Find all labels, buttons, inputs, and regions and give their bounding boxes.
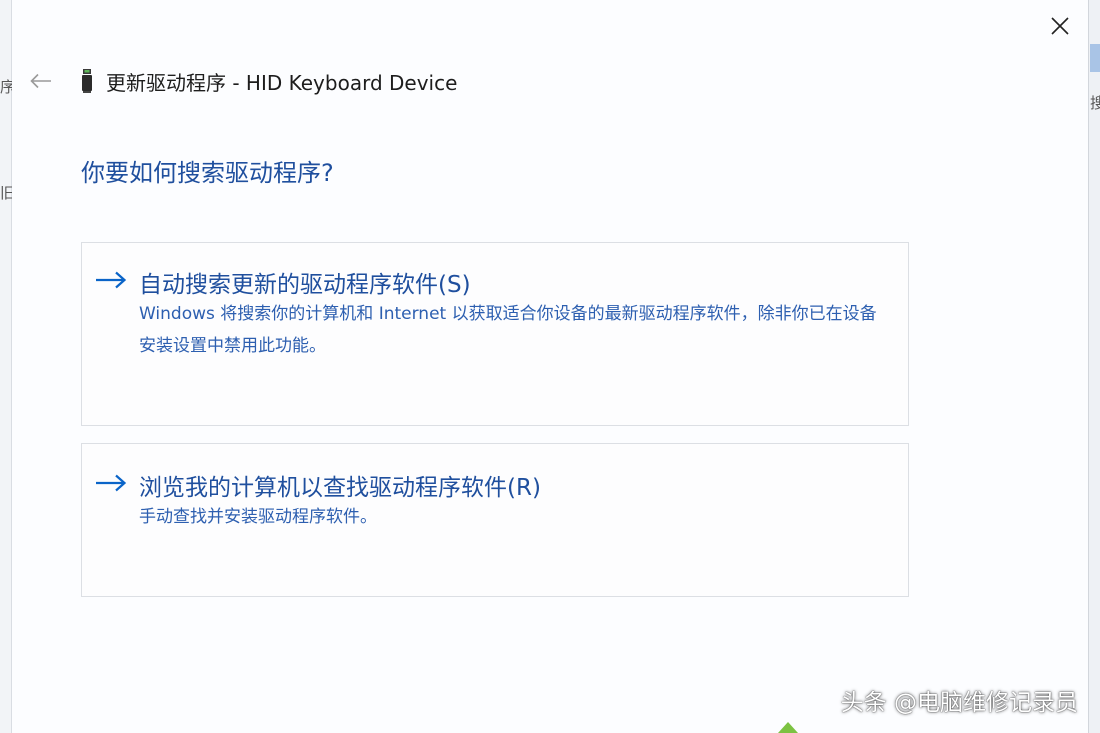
close-button[interactable] [1042, 10, 1078, 42]
background-selection-bar [1090, 44, 1100, 72]
background-window-right: 搜 [1088, 0, 1100, 733]
dialog-title: 更新驱动程序 - HID Keyboard Device [106, 70, 458, 95]
watermark: 头条 @电脑维修记录员 [840, 690, 1078, 716]
back-arrow-icon [30, 73, 51, 89]
option-title: 自动搜索更新的驱动程序软件(S) [139, 272, 471, 298]
background-text-fragment: 旧 [0, 184, 12, 202]
option-description: Windows 将搜索你的计算机和 Internet 以获取适合你设备的最新驱动… [139, 304, 877, 356]
page-heading: 你要如何搜索驱动程序? [81, 159, 334, 187]
background-text-fragment: 序 [0, 78, 12, 96]
decorative-triangle-icon [778, 722, 798, 733]
keyboard-device-icon [80, 68, 94, 94]
right-arrow-icon [96, 271, 127, 289]
option-description: 手动查找并安装驱动程序软件。 [139, 507, 377, 527]
dialog-header: 更新驱动程序 - HID Keyboard Device [26, 64, 457, 98]
background-window-left: 序 旧 [0, 0, 12, 733]
search-automatically-option[interactable]: 自动搜索更新的驱动程序软件(S) Windows 将搜索你的计算机和 Inter… [81, 242, 909, 426]
background-text-fragment: 搜 [1090, 94, 1100, 112]
close-icon [1051, 17, 1069, 35]
option-title: 浏览我的计算机以查找驱动程序软件(R) [139, 475, 541, 501]
back-button[interactable] [26, 66, 56, 96]
browse-computer-option[interactable]: 浏览我的计算机以查找驱动程序软件(R) 手动查找并安装驱动程序软件。 [81, 443, 909, 597]
update-driver-dialog: 更新驱动程序 - HID Keyboard Device 你要如何搜索驱动程序?… [12, 0, 1088, 733]
right-arrow-icon [96, 474, 127, 492]
